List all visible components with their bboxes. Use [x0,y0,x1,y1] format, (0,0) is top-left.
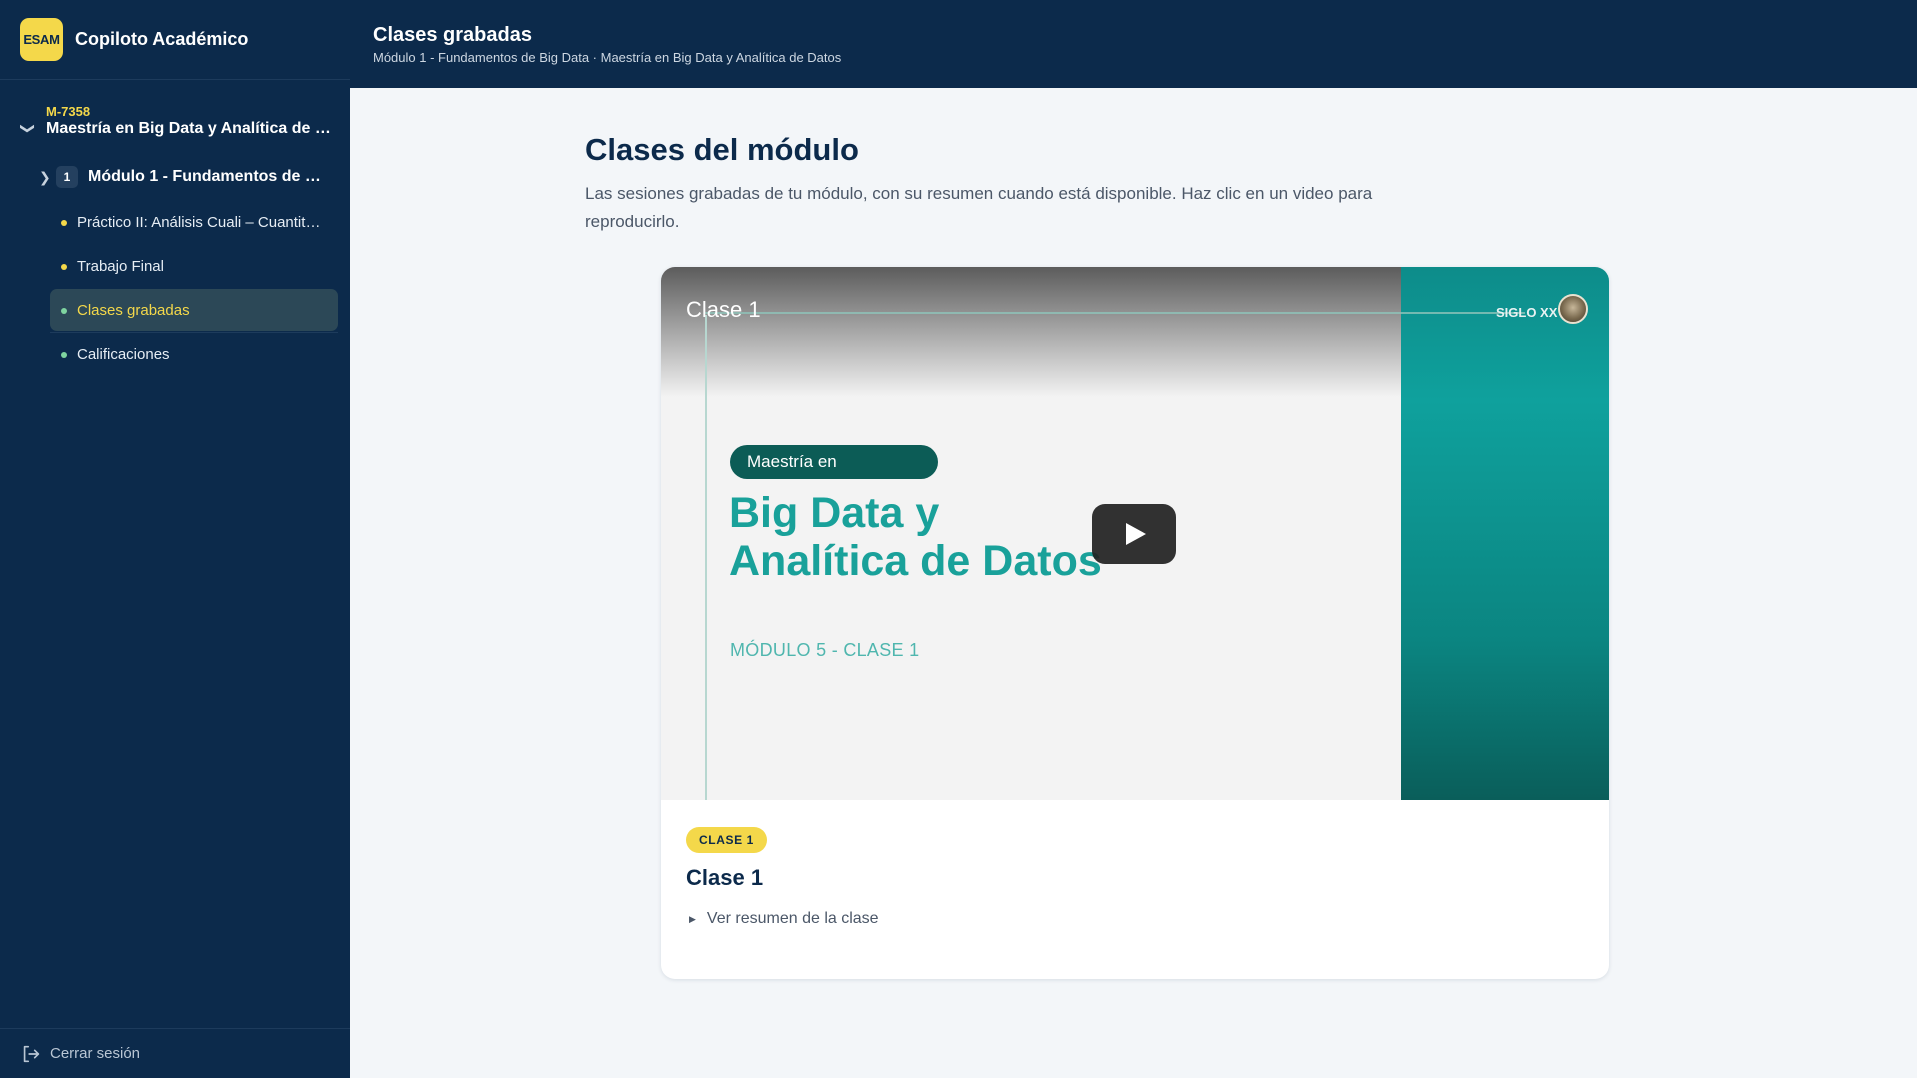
class-badge: CLASE 1 [686,827,767,853]
module-nav: Práctico II: Análisis Cuali – Cuantitati… [50,201,338,377]
module-number-badge: 1 [56,166,78,188]
logout-icon [23,1045,40,1062]
sidebar-item-label: Trabajo Final [77,257,164,275]
video-title-overlay [661,267,1401,397]
class-title: Clase 1 [686,865,764,890]
sidebar-item-label: Clases grabadas [77,301,190,319]
thumbnail-subtitle: MÓDULO 5 - CLASE 1 [730,640,920,660]
university-seal-icon [1558,294,1588,324]
thumbnail-title-line: Analítica de Datos [729,537,1102,585]
esam-logo: ESAM [20,18,63,61]
module-title: Módulo 1 - Fundamentos de Big Data [88,168,328,185]
page-header: Clases grabadas Módulo 1 - Fundamentos d… [350,0,1917,88]
thumbnail-pill: Maestría en [730,445,938,479]
section-heading: Clases del módulo [585,132,859,167]
chevron-down-icon[interactable]: ❯ [19,123,36,135]
logout-button[interactable]: Cerrar sesión [0,1028,350,1078]
program-title: Maestría en Big Data y Analítica de Dato… [46,120,331,137]
sidebar-item-label: Práctico II: Análisis Cuali – Cuantitati… [77,213,322,231]
sidebar-item-practico[interactable]: Práctico II: Análisis Cuali – Cuantitati… [50,201,338,243]
class-info: CLASE 1 Clase 1 ▶ Ver resumen de la clas… [686,827,879,928]
sidebar-item-clases-grabadas[interactable]: Clases grabadas [50,289,338,333]
brand[interactable]: ESAM Copiloto Académico [0,0,350,80]
thumbnail-title-line: Big Data y [729,489,940,537]
bullet-dot-icon [61,308,67,314]
bullet-dot-icon [61,352,67,358]
breadcrumb: Módulo 1 - Fundamentos de Big Data · Mae… [373,50,842,65]
chevron-right-icon[interactable]: ❯ [39,169,51,186]
sidebar: ESAM Copiloto Académico ❯ M-7358 Maestrí… [0,0,350,1078]
caret-right-icon: ▶ [689,913,696,924]
page-title: Clases grabadas [373,24,532,46]
bullet-dot-icon [61,220,67,226]
thumbnail-decor-line [705,315,707,800]
main-content: Clases del módulo Las sesiones grabadas … [350,88,1917,1078]
logout-label: Cerrar sesión [50,1045,141,1062]
sidebar-item-label: Calificaciones [77,345,170,363]
section-description: Las sesiones grabadas de tu módulo, con … [585,184,1373,231]
sidebar-item-calificaciones[interactable]: Calificaciones [50,333,338,375]
play-icon [1126,523,1146,545]
university-logo-text: SIGLO XX [1496,305,1558,320]
program-code: M-7358 [46,104,91,119]
sidebar-item-trabajo-final[interactable]: Trabajo Final [50,245,338,287]
module-item[interactable]: ❯ 1 Módulo 1 - Fundamentos de Big Data [0,166,350,190]
thumbnail-title: Big Data y Analítica de Datos [729,489,1102,585]
bullet-dot-icon [61,264,67,270]
thumbnail-decor-line [705,312,1525,314]
video-player[interactable]: Clase 1 SIGLO XX Maestría en Big Data y … [661,267,1609,800]
summary-label: Ver resumen de la clase [706,910,879,927]
video-title[interactable]: Clase 1 [686,297,761,323]
class-card: Clase 1 SIGLO XX Maestría en Big Data y … [661,267,1609,979]
summary-toggle[interactable]: ▶ Ver resumen de la clase [686,910,879,928]
thumbnail-teal-panel [1401,267,1609,800]
app-name: Copiloto Académico [75,29,249,49]
play-button[interactable] [1092,504,1176,564]
